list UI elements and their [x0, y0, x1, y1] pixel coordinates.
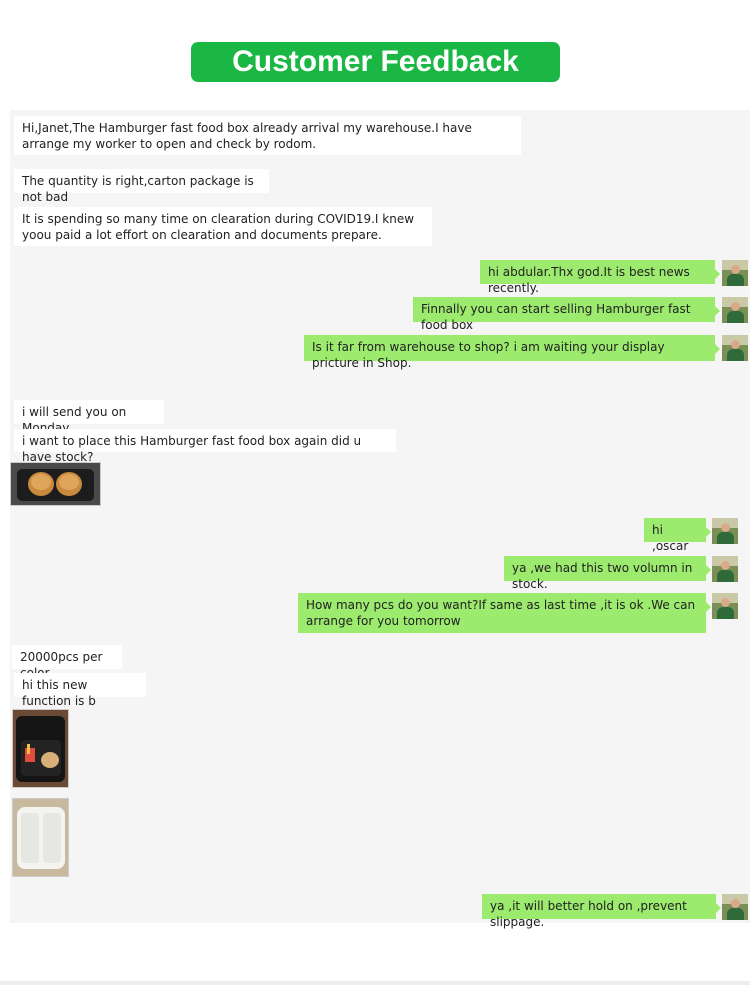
message-text: ya ,we had this two volumn in stock. [512, 561, 693, 591]
message-sent: hi ,oscar [644, 518, 711, 553]
message-received: It is spending so many time on clearatio… [14, 207, 432, 246]
message-received: i will send you on Monday [14, 400, 164, 435]
message-text: ya ,it will better hold on ,prevent slip… [490, 899, 687, 929]
message-text: i want to place this Hamburger fast food… [22, 434, 362, 464]
user-avatar-icon [722, 894, 748, 920]
user-avatar-icon [712, 518, 738, 544]
page-title: Customer Feedback [191, 42, 560, 82]
user-avatar-icon [722, 260, 748, 286]
message-received: The quantity is right,carton package is … [14, 169, 269, 204]
message-text: hi abdular.Thx god.It is best news recen… [488, 265, 690, 295]
message-sent: Is it far from warehouse to shop? i am w… [304, 335, 720, 370]
message-sent: Finnally you can start selling Hamburger… [413, 297, 720, 332]
black-food-box-photo[interactable] [12, 709, 69, 788]
message-received: Hi,Janet,The Hamburger fast food box alr… [14, 116, 521, 155]
message-sent: ya ,we had this two volumn in stock. [504, 556, 711, 591]
message-text: Hi,Janet,The Hamburger fast food box alr… [22, 121, 472, 151]
user-avatar-icon [722, 335, 748, 361]
message-sent: hi abdular.Thx god.It is best news recen… [480, 260, 720, 295]
message-received: 20000pcs per color [12, 645, 122, 680]
chat-panel: Hi,Janet,The Hamburger fast food box alr… [10, 110, 750, 929]
burger-box-photo[interactable] [10, 462, 101, 506]
message-text: The quantity is right,carton package is … [22, 174, 254, 204]
message-text: Finnally you can start selling Hamburger… [421, 302, 691, 332]
user-avatar-icon [712, 593, 738, 619]
message-received: i want to place this Hamburger fast food… [14, 429, 396, 464]
message-sent: ya ,it will better hold on ,prevent slip… [482, 894, 721, 929]
message-text: It is spending so many time on clearatio… [22, 212, 415, 242]
message-text: hi ,oscar [652, 523, 689, 553]
message-sent: How many pcs do you want?If same as last… [298, 593, 711, 633]
white-food-box-photo[interactable] [12, 798, 69, 877]
message-text: How many pcs do you want?If same as last… [306, 598, 696, 628]
burger-box-image-icon [11, 463, 100, 505]
user-avatar-icon [722, 297, 748, 323]
bottom-divider [0, 981, 750, 985]
message-text: hi this new function is b [22, 678, 96, 708]
black-food-box-image-icon [13, 710, 68, 787]
white-food-box-image-icon [13, 799, 68, 876]
message-received: hi this new function is b [14, 673, 146, 708]
user-avatar-icon [712, 556, 738, 582]
message-text: Is it far from warehouse to shop? i am w… [312, 340, 665, 370]
